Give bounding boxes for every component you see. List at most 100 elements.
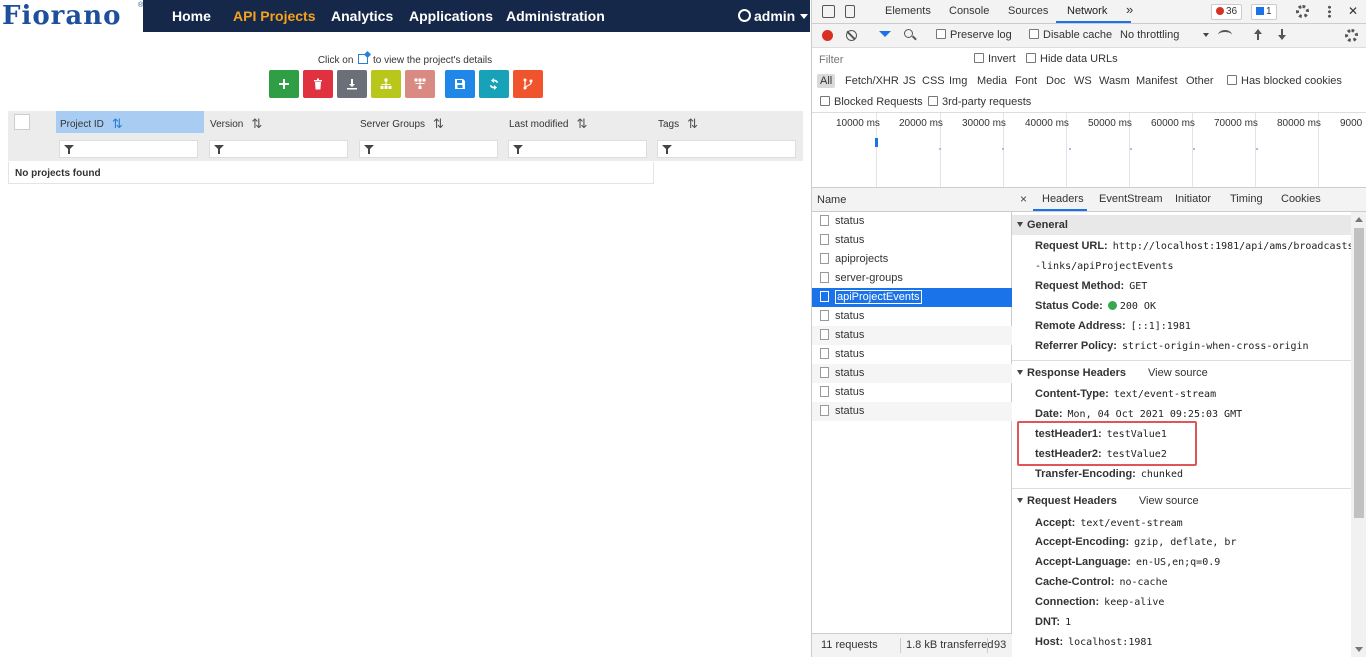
network-conditions-icon[interactable] [1218,30,1232,40]
general-section-header[interactable]: General [1012,215,1351,235]
throttling-select[interactable]: No throttling [1120,29,1210,41]
filter-tags[interactable] [657,140,796,158]
type-fetch-xhr[interactable]: Fetch/XHR [845,75,899,87]
tab-cookies[interactable]: Cookies [1281,193,1321,205]
scroll-up-icon[interactable] [1355,217,1363,222]
third-party-checkbox[interactable]: 3rd-party requests [928,96,1031,108]
type-js[interactable]: JS [903,75,916,87]
filter-server-groups[interactable] [359,140,498,158]
request-row[interactable]: status [812,402,1012,421]
request-row[interactable]: status [812,345,1012,364]
network-timeline[interactable]: 10000 ms 20000 ms 30000 ms 40000 ms 5000… [812,113,1366,188]
type-css[interactable]: CSS [922,75,945,87]
refresh-button[interactable] [479,70,509,98]
close-devtools-icon[interactable]: ✕ [1348,4,1358,18]
network-button[interactable] [405,70,435,98]
view-source-link[interactable]: View source [1139,495,1199,507]
triangle-down-icon [1017,222,1023,227]
column-last-modified[interactable]: Last modified ⇅ [505,111,653,133]
save-button[interactable] [445,70,475,98]
nav-administration[interactable]: Administration [506,8,605,24]
record-icon[interactable] [822,30,833,41]
preserve-log-checkbox[interactable]: Preserve log [936,29,1012,41]
error-count-badge[interactable]: 36 [1211,4,1243,20]
name-column-header[interactable]: Name [812,188,1012,212]
nav-applications[interactable]: Applications [409,8,493,24]
nav-api-projects[interactable]: API Projects [233,8,315,24]
blocked-requests-checkbox[interactable]: Blocked Requests [820,96,923,108]
hierarchy-button[interactable] [371,70,401,98]
view-source-link[interactable]: View source [1148,367,1208,379]
more-options-icon[interactable] [1328,5,1331,18]
settings-gear-icon[interactable] [1296,5,1309,18]
hide-data-urls-checkbox[interactable]: Hide data URLs [1026,53,1118,65]
delete-project-button[interactable] [303,70,333,98]
scroll-down-icon[interactable] [1355,647,1363,652]
tab-console[interactable]: Console [949,5,989,17]
tab-timing[interactable]: Timing [1230,193,1263,205]
request-row[interactable]: server-groups [812,269,1012,288]
request-row-selected[interactable]: apiProjectEvents [812,288,1012,307]
type-all[interactable]: All [817,74,836,88]
request-row[interactable]: apiprojects [812,250,1012,269]
column-version[interactable]: Version ⇅ [206,111,354,133]
add-project-button[interactable] [269,70,299,98]
hint-text-after: to view the project's details [372,55,493,66]
import-har-icon[interactable] [1253,29,1263,41]
more-tabs-button[interactable]: » [1126,2,1133,17]
device-toolbar-icon[interactable] [845,5,855,18]
download-project-button[interactable] [337,70,367,98]
filter-toggle-icon[interactable] [879,31,891,37]
has-blocked-cookies-checkbox[interactable]: Has blocked cookies [1227,75,1342,87]
message-count-badge[interactable]: 1 [1251,4,1277,20]
type-other[interactable]: Other [1186,75,1214,87]
user-menu[interactable]: admin [738,8,809,24]
nav-analytics[interactable]: Analytics [331,8,393,24]
filter-last-modified[interactable] [508,140,647,158]
request-row[interactable]: status [812,231,1012,250]
type-img[interactable]: Img [949,75,967,87]
column-project-id[interactable]: Project ID ⇅ [56,111,204,133]
nav-home[interactable]: Home [172,8,211,24]
type-media[interactable]: Media [977,75,1007,87]
invert-checkbox[interactable]: Invert [974,53,1016,65]
column-tags[interactable]: Tags ⇅ [654,111,802,133]
tab-network[interactable]: Network [1067,5,1107,17]
export-har-icon[interactable] [1277,29,1287,41]
disable-cache-checkbox[interactable]: Disable cache [1029,29,1112,41]
request-row[interactable]: status [812,212,1012,231]
logo[interactable]: Fiorano ® [0,0,143,32]
header-key: Request URL: [1035,240,1108,252]
filter-input[interactable] [816,51,961,69]
request-row[interactable]: status [812,364,1012,383]
request-row[interactable]: status [812,326,1012,345]
tab-elements[interactable]: Elements [885,5,931,17]
filter-project-id[interactable] [59,140,198,158]
request-headers-section-header[interactable]: Request Headers View source [1012,491,1351,511]
column-server-groups[interactable]: Server Groups ⇅ [356,111,504,133]
scroll-thumb[interactable] [1354,228,1364,518]
select-all-checkbox[interactable] [14,114,30,130]
request-row[interactable]: status [812,383,1012,402]
type-ws[interactable]: WS [1074,75,1092,87]
search-icon[interactable] [904,29,913,38]
type-manifest[interactable]: Manifest [1136,75,1178,87]
tab-sources[interactable]: Sources [1008,5,1048,17]
tab-eventstream[interactable]: EventStream [1099,193,1163,205]
logo-text: Fiorano [2,1,122,31]
clear-icon[interactable] [846,30,857,41]
tab-initiator[interactable]: Initiator [1175,193,1211,205]
type-font[interactable]: Font [1015,75,1037,87]
type-wasm[interactable]: Wasm [1099,75,1130,87]
type-doc[interactable]: Doc [1046,75,1066,87]
response-headers-section-header[interactable]: Response Headers View source [1012,363,1351,383]
inspect-element-icon[interactable] [822,5,835,18]
external-link-icon [358,54,369,64]
network-settings-icon[interactable] [1345,29,1358,42]
request-row[interactable]: status [812,307,1012,326]
close-details-icon[interactable]: × [1020,192,1027,206]
details-scrollbar[interactable] [1351,212,1366,657]
branch-button[interactable] [513,70,543,98]
filter-version[interactable] [209,140,348,158]
tab-headers[interactable]: Headers [1042,193,1084,205]
